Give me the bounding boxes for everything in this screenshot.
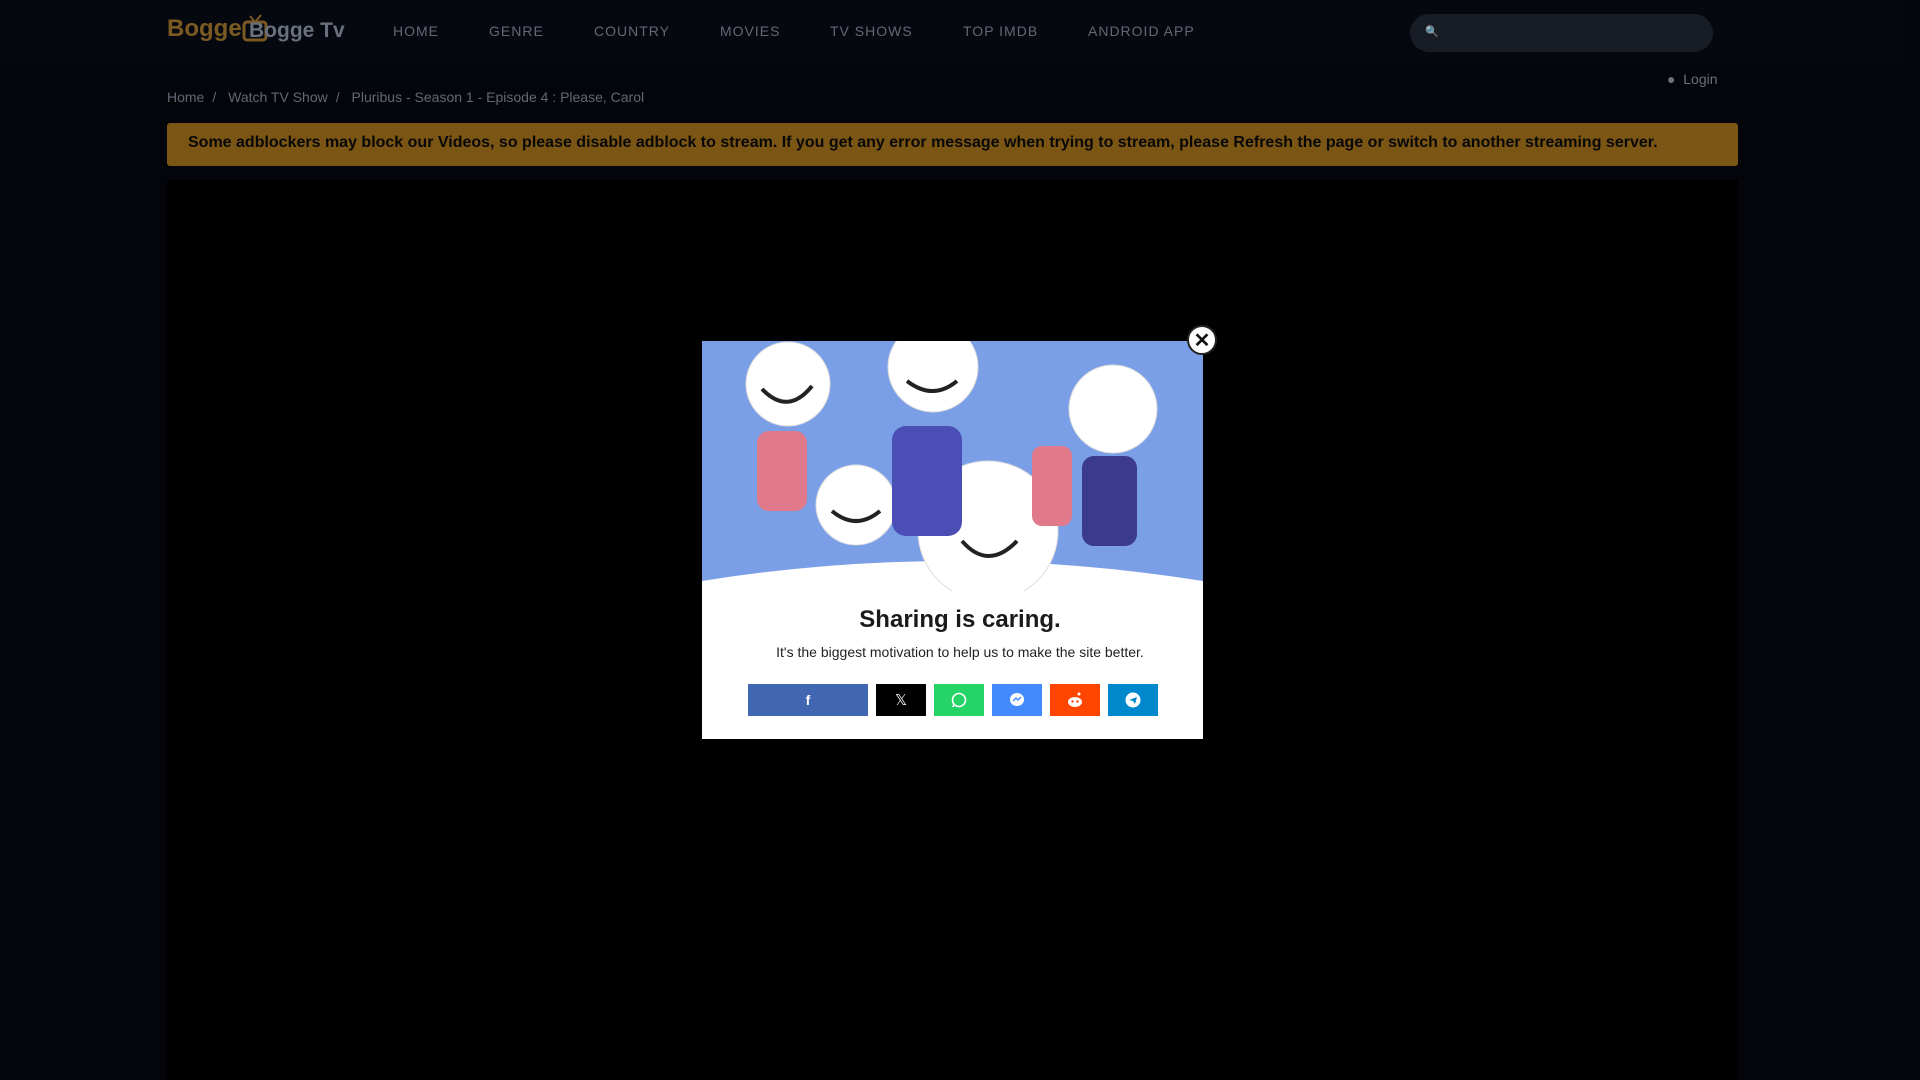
share-whatsapp-button[interactable] <box>934 684 984 716</box>
share-modal <box>702 341 1203 739</box>
close-icon: ✕ <box>1193 329 1211 352</box>
search-input[interactable] <box>1410 14 1713 52</box>
share-facebook-button[interactable]: f <box>748 684 868 716</box>
modal-title: Sharing is caring. <box>859 606 1061 633</box>
breadcrumb-current: Pluribus - Season 1 - Episode 4 : Please… <box>351 89 645 105</box>
telegram-icon <box>1125 692 1141 708</box>
nav-country[interactable]: COUNTRY <box>594 23 670 39</box>
adblock-notice: Some adblockers may block our Videos, so… <box>167 123 1738 166</box>
close-modal-button[interactable]: ✕ <box>1187 325 1217 355</box>
nav-tv-shows[interactable]: TV SHOWS <box>830 23 913 39</box>
nav-android-app[interactable]: ANDROID APP <box>1088 23 1195 39</box>
breadcrumb: Home / Watch TV Show / Pluribus - Season 1… <box>167 89 645 105</box>
search-icon[interactable]: 🔍 <box>1425 25 1439 38</box>
nav-genre[interactable]: GENRE <box>489 23 544 39</box>
modal-subtitle: It's the biggest motivation to help us t… <box>776 644 1144 660</box>
breadcrumb-home[interactable]: Home <box>167 89 204 105</box>
facebook-icon: f <box>805 692 811 708</box>
nav-movies[interactable]: MOVIES <box>720 23 780 39</box>
logo-text: Bogge <box>167 15 242 42</box>
whatsapp-icon <box>951 692 967 708</box>
share-reddit-button[interactable] <box>1050 684 1100 716</box>
login-label: Login <box>1683 71 1718 87</box>
share-x-button[interactable]: 𝕏 <box>876 684 926 716</box>
nav-top-imdb[interactable]: TOP IMDB <box>963 23 1038 39</box>
nav-home[interactable]: HOME <box>393 23 439 39</box>
share-illustration <box>702 341 1203 591</box>
login-link[interactable]: ● Login <box>1667 71 1718 87</box>
share-messenger-button[interactable] <box>992 684 1042 716</box>
reddit-icon <box>1068 692 1082 707</box>
x-icon: 𝕏 <box>894 692 908 709</box>
user-icon: ● <box>1667 71 1676 87</box>
top-navbar: Bogge Bogge Tv HOME GENRE COUNTRY MOVIES… <box>0 0 1905 64</box>
breadcrumb-watch-tv-show[interactable]: Watch TV Show <box>228 89 328 105</box>
site-title[interactable]: Bogge Tv <box>249 19 345 43</box>
share-telegram-button[interactable] <box>1108 684 1158 716</box>
messenger-icon <box>1010 693 1024 706</box>
